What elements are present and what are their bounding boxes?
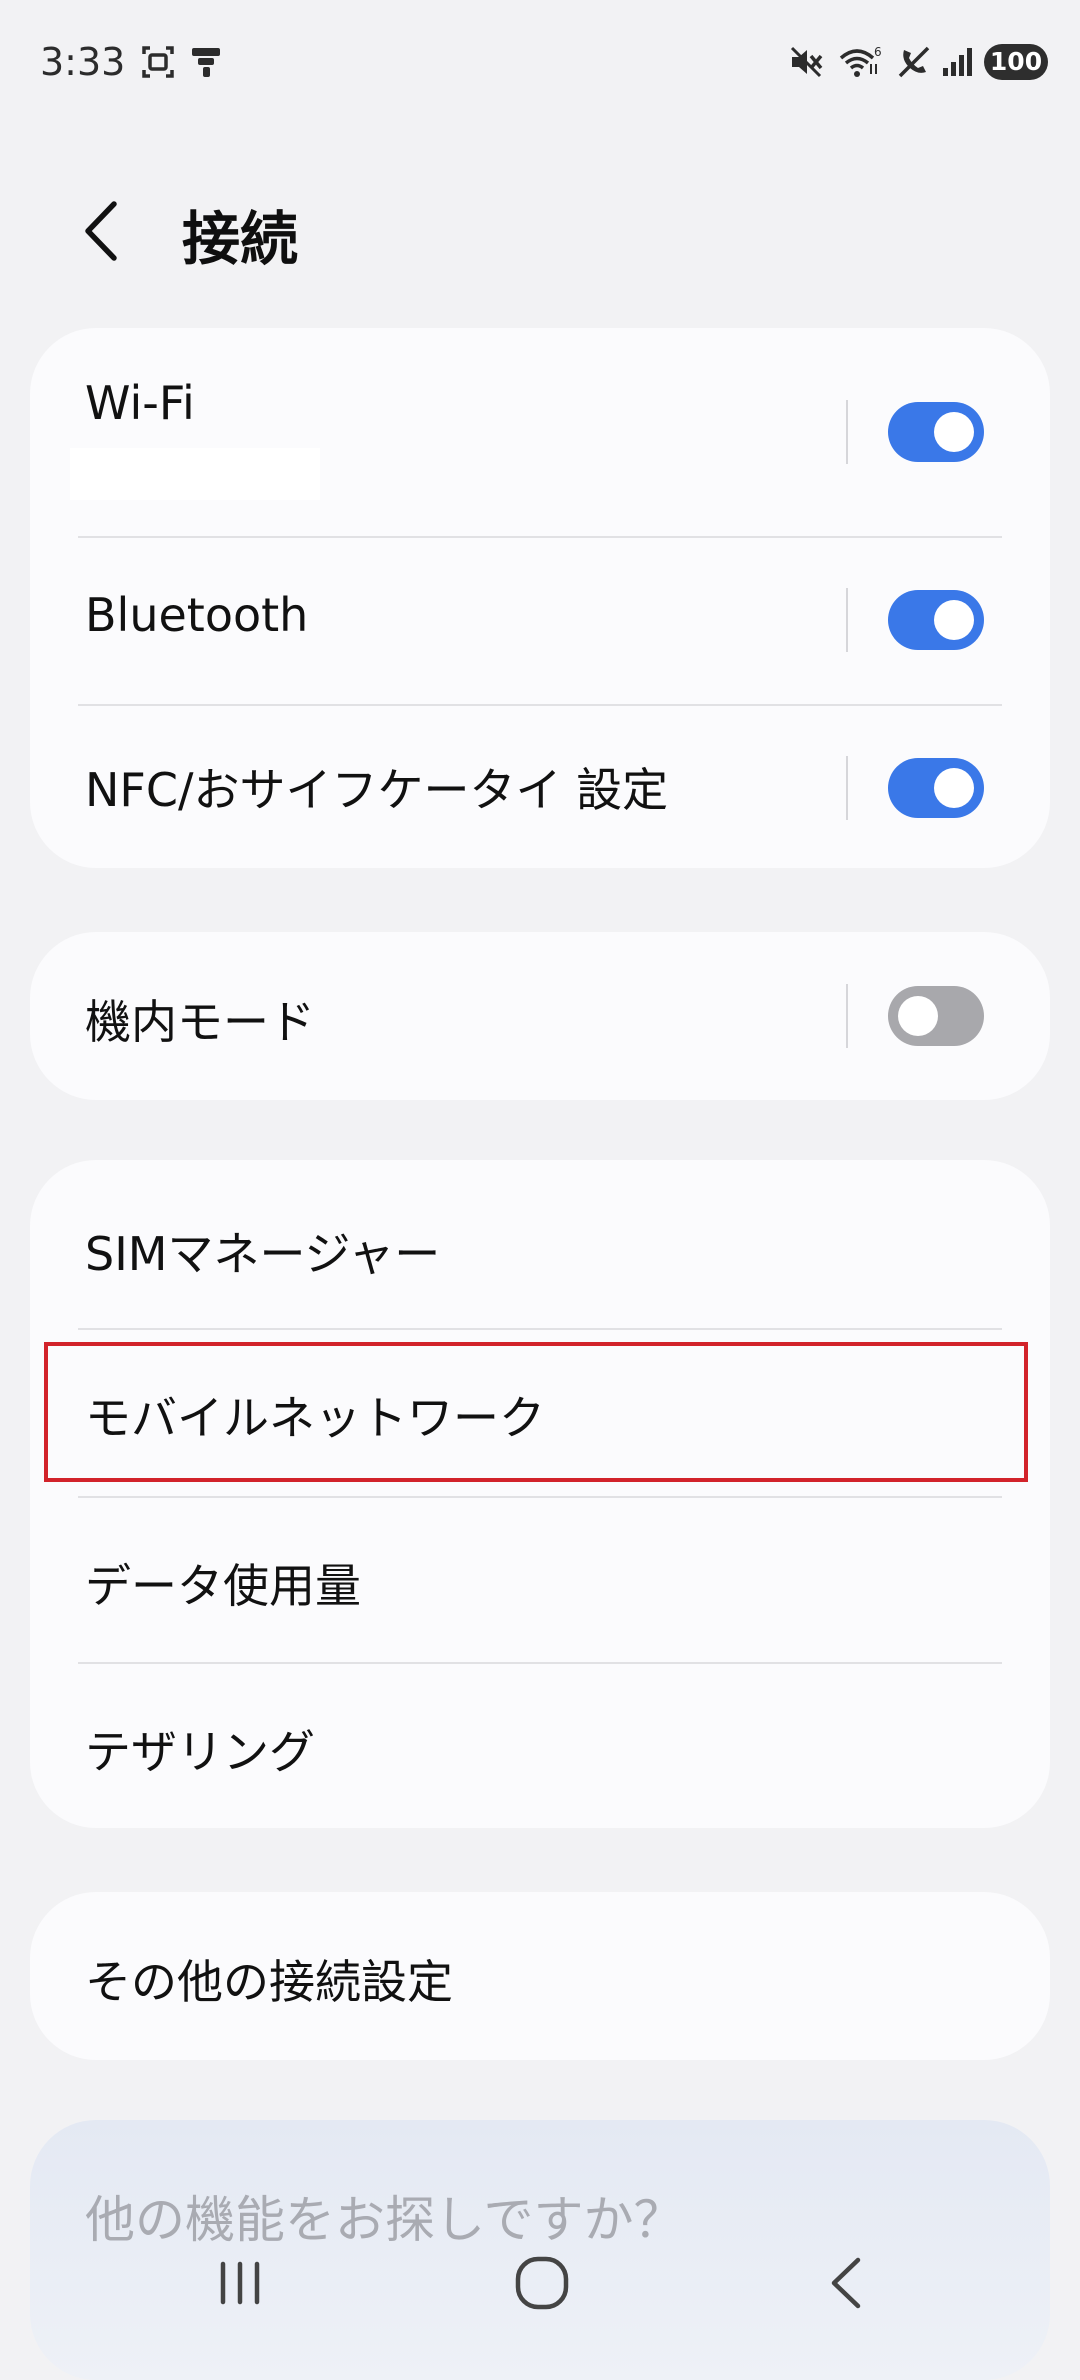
nfc-row[interactable]: NFC/おサイフケータイ 設定 [30, 706, 1050, 868]
sim-manager-label: SIMマネージャー [85, 1227, 441, 1281]
mute-icon [790, 46, 823, 78]
notification-icon [192, 48, 220, 77]
separator [846, 984, 848, 1048]
wifi-toggle[interactable] [888, 402, 984, 462]
mobile-network-highlight [44, 1342, 1028, 1482]
tethering-row[interactable]: テザリング [30, 1664, 1050, 1828]
wifi-network-name-masked [70, 448, 320, 500]
data-usage-label: データ使用量 [85, 1559, 361, 1613]
status-bar: 3:33 6 100 [0, 0, 1080, 130]
back-button[interactable] [72, 196, 132, 266]
more-settings-card: その他の接続設定 [30, 1892, 1050, 2060]
separator [846, 588, 848, 652]
page-title: 接続 [182, 205, 299, 273]
svg-text:6: 6 [874, 45, 882, 59]
separator [846, 756, 848, 820]
wifi-6-icon: 6 [839, 45, 882, 77]
signal-icon [943, 48, 972, 76]
more-connection-settings-row[interactable]: その他の接続設定 [30, 1892, 1050, 2060]
nfc-label: NFC/おサイフケータイ 設定 [85, 763, 669, 817]
more-connection-settings-label: その他の接続設定 [85, 1955, 453, 2009]
airplane-mode-label: 機内モード [85, 995, 315, 1049]
airplane-mode-row[interactable]: 機内モード [30, 932, 1050, 1100]
separator [846, 400, 848, 464]
home-icon[interactable] [507, 2248, 577, 2318]
wifi-row[interactable]: Wi-Fi [30, 328, 1050, 536]
back-icon[interactable] [812, 2248, 882, 2318]
bluetooth-row[interactable]: Bluetooth [30, 538, 1050, 704]
battery-indicator: 100 [984, 44, 1048, 80]
screen-recorder-icon [142, 46, 174, 78]
status-time: 3:33 [40, 40, 126, 84]
chevron-left-icon [85, 201, 117, 261]
bluetooth-toggle[interactable] [888, 590, 984, 650]
nfc-toggle[interactable] [888, 758, 984, 818]
sim-manager-row[interactable]: SIMマネージャー [30, 1160, 1050, 1328]
tethering-label: テザリング [85, 1725, 315, 1779]
bluetooth-label: Bluetooth [85, 588, 309, 642]
airplane-mode-toggle[interactable] [888, 986, 984, 1046]
recent-apps-icon[interactable] [205, 2248, 275, 2318]
airplane-card: 機内モード [30, 932, 1050, 1100]
wifi-label: Wi-Fi [85, 376, 195, 430]
navigation-bar [0, 2230, 1080, 2340]
network-card: SIMマネージャー モバイルネットワーク データ使用量 テザリング [30, 1160, 1050, 1828]
no-call-icon [898, 46, 930, 78]
data-usage-row[interactable]: データ使用量 [30, 1498, 1050, 1662]
connection-card: Wi-Fi Bluetooth NFC/おサイフケータイ 設定 [30, 328, 1050, 868]
